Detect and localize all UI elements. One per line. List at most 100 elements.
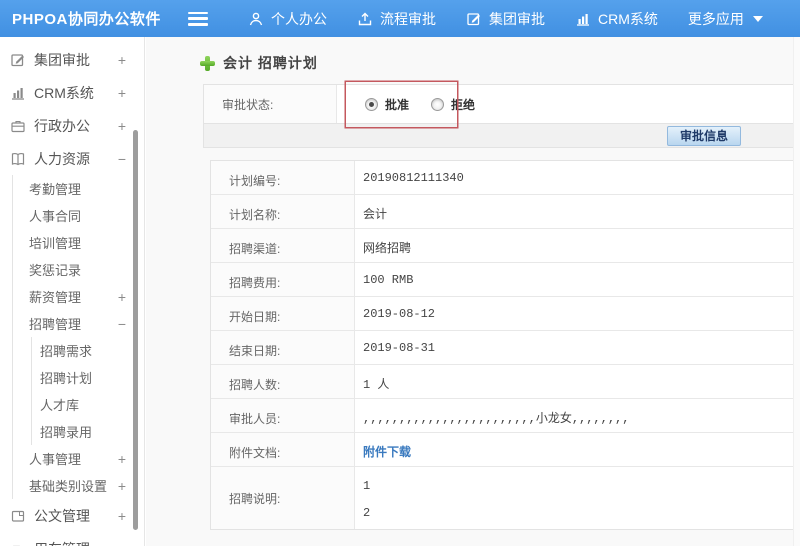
- sidebar-item-招聘计划[interactable]: 招聘计划: [32, 364, 144, 391]
- page-scrollbar[interactable]: [793, 37, 800, 546]
- approval-status-label: 审批状态:: [204, 85, 337, 123]
- approval-options: 批准 拒绝: [337, 85, 793, 123]
- field-label: 审批人员:: [211, 399, 355, 432]
- sidebar-item-行政办公[interactable]: 行政办公 +: [0, 109, 144, 142]
- field-label: 附件文档:: [211, 433, 355, 466]
- document-icon: [10, 508, 26, 524]
- field-label: 招聘费用:: [211, 263, 355, 296]
- sidebar-item-label: CRM系统: [34, 84, 94, 101]
- sidebar-item-label: 招聘录用: [40, 425, 93, 440]
- field-row: 计划编号: 20190812111340: [211, 161, 793, 195]
- top-nav-item-2[interactable]: 流程审批: [357, 9, 436, 29]
- top-nav-item-1[interactable]: 个人办公: [248, 9, 327, 29]
- sidebar-item-人才库[interactable]: 人才库: [32, 391, 144, 418]
- field-row: 招聘人数: 1 人: [211, 365, 793, 399]
- edit-icon: [466, 11, 482, 27]
- hamburger-icon[interactable]: [188, 11, 208, 26]
- field-value: 2019-08-12: [363, 307, 436, 321]
- expand-icon[interactable]: +: [118, 451, 126, 467]
- sidebar-item-人事合同[interactable]: 人事合同: [13, 202, 144, 229]
- top-nav-item-3[interactable]: 集团审批: [466, 9, 545, 29]
- top-nav-item-5[interactable]: 更多应用: [688, 9, 763, 29]
- sidebar-item-招聘录用[interactable]: 招聘录用: [32, 418, 144, 445]
- approval-button-row: 审批信息: [203, 124, 794, 148]
- detail-fields-table: 计划编号: 20190812111340 计划名称: 会计 招聘渠道: 网络招聘 招聘费用:…: [210, 160, 794, 530]
- sidebar-item-label: 培训管理: [29, 236, 82, 251]
- field-row: 开始日期: 2019-08-12: [211, 297, 793, 331]
- field-value: 1 2: [363, 479, 371, 520]
- expand-icon[interactable]: +: [118, 289, 126, 305]
- main-content: 会计 招聘计划 审批状态: 批准 拒绝 审批信息 计划编号: 2019081211…: [146, 37, 800, 546]
- sidebar-item-label: 人力资源: [34, 150, 90, 167]
- field-value: 20190812111340: [363, 171, 464, 185]
- expand-icon[interactable]: +: [118, 85, 126, 101]
- sidebar-item-label: 行政办公: [34, 117, 90, 134]
- expand-icon[interactable]: +: [118, 508, 126, 524]
- field-value: 100 RMB: [363, 273, 414, 287]
- field-label: 开始日期:: [211, 297, 355, 330]
- sidebar-item-集团审批[interactable]: 集团审批 +: [0, 43, 144, 76]
- sidebar-item-奖惩记录[interactable]: 奖惩记录: [13, 256, 144, 283]
- field-row: 计划名称: 会计: [211, 195, 793, 229]
- sidebar-item-基础类别设置[interactable]: 基础类别设置 +: [13, 472, 144, 499]
- field-row: 附件文档: 附件下载: [211, 433, 793, 467]
- radio-reject-icon[interactable]: [431, 97, 445, 111]
- expand-icon[interactable]: +: [118, 52, 126, 68]
- radio-approve[interactable]: 批准: [365, 96, 409, 113]
- field-label: 计划名称:: [211, 195, 355, 228]
- field-row: 招聘渠道: 网络招聘: [211, 229, 793, 263]
- chart-icon: [575, 11, 591, 27]
- sidebar-item-用车管理[interactable]: 用车管理 +: [0, 532, 144, 546]
- sidebar-item-考勤管理[interactable]: 考勤管理: [13, 175, 144, 202]
- collapse-icon[interactable]: −: [118, 316, 126, 332]
- radio-approve-label: 批准: [385, 97, 410, 112]
- sidebar-item-培训管理[interactable]: 培训管理: [13, 229, 144, 256]
- page-title: 会计 招聘计划: [223, 55, 318, 71]
- expand-icon[interactable]: +: [118, 118, 126, 134]
- sidebar-item-label: 招聘管理: [29, 317, 82, 332]
- car-icon: [10, 541, 26, 546]
- sidebar-item-人事管理[interactable]: 人事管理 +: [13, 445, 144, 472]
- top-nav-label: 流程审批: [380, 10, 436, 27]
- field-label: 计划编号:: [211, 161, 355, 194]
- collapse-icon[interactable]: −: [118, 151, 126, 167]
- sidebar-item-招聘管理[interactable]: 招聘管理 −: [13, 310, 144, 337]
- expand-icon[interactable]: +: [118, 478, 126, 494]
- top-nav-label: 个人办公: [271, 10, 327, 27]
- sidebar-item-label: 招聘计划: [40, 371, 93, 386]
- radio-approve-icon[interactable]: [365, 97, 378, 111]
- sidebar-item-薪资管理[interactable]: 薪资管理 +: [13, 283, 144, 310]
- field-row: 审批人员: ,,,,,,,,,,,,,,,,,,,,,,,,小龙女,,,,,,,,: [211, 399, 793, 433]
- approval-status-row: 审批状态: 批准 拒绝: [203, 84, 794, 124]
- radio-reject[interactable]: 拒绝: [431, 96, 475, 113]
- add-icon: [200, 55, 215, 71]
- field-value: ,,,,,,,,,,,,,,,,,,,,,,,,小龙女,,,,,,,,: [363, 412, 630, 426]
- sidebar-item-人力资源[interactable]: 人力资源 −: [0, 142, 144, 175]
- sidebar-item-label: 考勤管理: [29, 182, 82, 197]
- caret-down-icon: [752, 15, 763, 22]
- top-nav: 个人办公 流程审批 集团审批 CRM系统 更多应用: [248, 9, 763, 29]
- expand-icon[interactable]: +: [118, 541, 126, 546]
- sidebar-item-label: 招聘需求: [40, 344, 93, 359]
- sidebar-item-CRM系统[interactable]: CRM系统 +: [0, 76, 144, 109]
- field-row: 招聘费用: 100 RMB: [211, 263, 793, 297]
- field-label: 招聘渠道:: [211, 229, 355, 262]
- top-nav-label: 更多应用: [687, 10, 744, 27]
- top-nav-label: CRM系统: [598, 10, 658, 27]
- chart-icon: [10, 85, 26, 101]
- sidebar-item-label: 人事合同: [29, 209, 82, 224]
- sidebar-item-label: 集团审批: [34, 51, 90, 68]
- approval-info-button[interactable]: 审批信息: [666, 125, 741, 146]
- top-nav-item-4[interactable]: CRM系统: [575, 9, 658, 29]
- briefcase-icon: [10, 118, 26, 134]
- radio-reject-label: 拒绝: [451, 97, 476, 112]
- sidebar: 集团审批 + CRM系统 + 行政办公 + 人力资源 − 考勤管理人事合同培训管理奖惩记录 薪资管…: [0, 37, 145, 546]
- field-row: 结束日期: 2019-08-31: [211, 331, 793, 365]
- app-logo[interactable]: PHPOA协同办公软件: [0, 8, 188, 29]
- page-header: 会计 招聘计划: [200, 53, 800, 73]
- sidebar-item-label: 公文管理: [34, 507, 90, 524]
- sidebar-item-招聘需求[interactable]: 招聘需求: [32, 337, 144, 364]
- sidebar-item-label: 人事管理: [29, 452, 82, 467]
- attachment-download-link[interactable]: 附件下载: [355, 433, 793, 466]
- sidebar-item-公文管理[interactable]: 公文管理 +: [0, 499, 144, 532]
